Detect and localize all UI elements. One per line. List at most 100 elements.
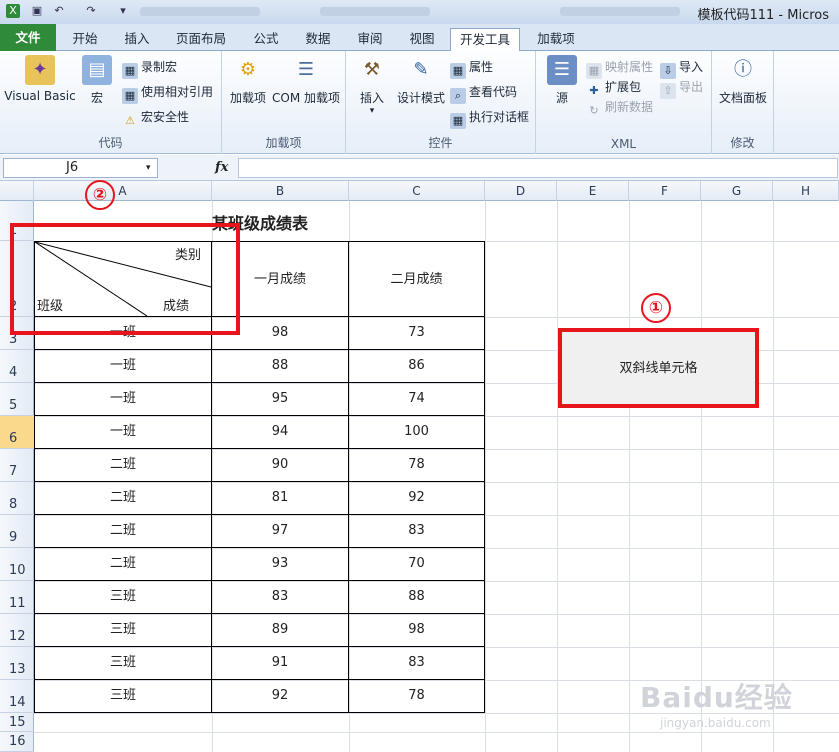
com-addins-button[interactable]: ☰ COM 加载项 <box>270 55 342 106</box>
gridline <box>773 201 774 752</box>
formula-input[interactable] <box>238 158 838 178</box>
class-cell[interactable]: 二班 <box>34 449 212 482</box>
row-header[interactable]: 15 <box>0 713 34 732</box>
document-panel-button[interactable]: ⓘ 文档面板 <box>716 55 770 106</box>
row-header[interactable]: 14 <box>0 680 34 713</box>
tab-developer[interactable]: 开发工具 <box>450 28 520 52</box>
tab-page-layout[interactable]: 页面布局 <box>168 28 234 51</box>
addins-button[interactable]: ⚙ 加载项 <box>226 55 270 106</box>
score-cell[interactable]: 83 <box>349 647 485 680</box>
score-cell[interactable]: 88 <box>349 581 485 614</box>
row-header[interactable]: 5 <box>0 383 34 416</box>
score-cell[interactable]: 70 <box>349 548 485 581</box>
tab-view[interactable]: 视图 <box>400 28 444 51</box>
row-header[interactable]: 16 <box>0 732 34 752</box>
class-cell[interactable]: 三班 <box>34 647 212 680</box>
row-header-selected[interactable]: 6 <box>0 416 34 449</box>
blurred-tab <box>140 7 260 16</box>
score-cell[interactable]: 73 <box>349 317 485 350</box>
design-mode-button[interactable]: ✎ 设计模式 <box>394 55 448 106</box>
class-cell[interactable]: 三班 <box>34 614 212 647</box>
tab-addins[interactable]: 加载项 <box>528 28 584 51</box>
column-header-b[interactable]: B <box>212 181 349 201</box>
xml-export-button[interactable]: ⇧ 导出 <box>660 77 703 99</box>
relative-reference-button[interactable]: ▦ 使用相对引用 <box>122 82 213 104</box>
tab-review[interactable]: 审阅 <box>348 28 392 51</box>
class-cell[interactable]: 一班 <box>34 350 212 383</box>
xml-source-button[interactable]: ☰ 源 <box>542 55 582 106</box>
column-header-g[interactable]: G <box>701 181 773 201</box>
score-cell[interactable]: 78 <box>349 680 485 713</box>
column-header-h[interactable]: H <box>773 181 839 201</box>
group-modify: ⓘ 文档面板 修改 <box>712 51 774 154</box>
properties-button[interactable]: ▦ 属性 <box>450 57 493 79</box>
quick-access-dropdown-icon[interactable]: ▾ <box>116 4 130 18</box>
record-macro-button[interactable]: ▦ 录制宏 <box>122 57 177 79</box>
refresh-data-button[interactable]: ↻ 刷新数据 <box>586 97 653 117</box>
run-dialog-button[interactable]: ▦ 执行对话框 <box>450 107 529 129</box>
score-cell[interactable]: 92 <box>212 680 349 713</box>
score-cell[interactable]: 95 <box>212 383 349 416</box>
view-code-button[interactable]: ⌕ 查看代码 <box>450 82 518 104</box>
class-cell[interactable]: 三班 <box>34 581 212 614</box>
column-header-f[interactable]: F <box>629 181 701 201</box>
score-cell[interactable]: 88 <box>212 350 349 383</box>
redo-icon[interactable]: ↷ <box>84 4 98 18</box>
class-cell[interactable]: 一班 <box>34 383 212 416</box>
ribbon-tabs: 文件 开始 插入 页面布局 公式 数据 审阅 视图 开发工具 加载项 <box>0 24 839 52</box>
score-cell[interactable]: 93 <box>212 548 349 581</box>
score-cell[interactable]: 78 <box>349 449 485 482</box>
insert-control-button[interactable]: ⚒ 插入 ▾ <box>352 55 392 116</box>
macro-security-button[interactable]: ⚠ 宏安全性 <box>122 107 189 127</box>
column-header-c[interactable]: C <box>349 181 485 201</box>
score-cell[interactable]: 81 <box>212 482 349 515</box>
column-header-a[interactable]: A <box>34 181 212 201</box>
score-cell[interactable]: 94 <box>212 416 349 449</box>
score-cell[interactable]: 100 <box>349 416 485 449</box>
column-header-d[interactable]: D <box>485 181 557 201</box>
score-cell[interactable]: 86 <box>349 350 485 383</box>
map-properties-button[interactable]: ▦ 映射属性 <box>586 57 653 79</box>
row-header[interactable]: 8 <box>0 482 34 515</box>
row-header[interactable]: 4 <box>0 350 34 383</box>
tab-data[interactable]: 数据 <box>296 28 340 51</box>
score-cell[interactable]: 98 <box>349 614 485 647</box>
class-cell[interactable]: 二班 <box>34 515 212 548</box>
score-cell[interactable]: 91 <box>212 647 349 680</box>
score-cell[interactable]: 74 <box>349 383 485 416</box>
tab-insert[interactable]: 插入 <box>114 28 160 51</box>
header-cell-feb[interactable]: 二月成绩 <box>349 241 485 317</box>
score-cell[interactable]: 90 <box>212 449 349 482</box>
column-header-e[interactable]: E <box>557 181 629 201</box>
row-header[interactable]: 9 <box>0 515 34 548</box>
name-box[interactable]: J6 <box>3 158 158 178</box>
row-header[interactable]: 12 <box>0 614 34 647</box>
insert-function-icon[interactable]: fx <box>215 160 228 175</box>
expansion-packs-button[interactable]: ✚ 扩展包 <box>586 77 641 97</box>
tab-formulas[interactable]: 公式 <box>244 28 288 51</box>
score-cell[interactable]: 83 <box>212 581 349 614</box>
row-header[interactable]: 11 <box>0 581 34 614</box>
row-header[interactable]: 7 <box>0 449 34 482</box>
row-header[interactable]: 10 <box>0 548 34 581</box>
score-cell[interactable]: 92 <box>349 482 485 515</box>
undo-icon[interactable]: ↶ <box>52 4 66 18</box>
row-header[interactable]: 13 <box>0 647 34 680</box>
class-cell[interactable]: 三班 <box>34 680 212 713</box>
score-cell[interactable]: 89 <box>212 614 349 647</box>
class-cell[interactable]: 二班 <box>34 548 212 581</box>
score-cell[interactable]: 83 <box>349 515 485 548</box>
macro-button[interactable]: ▤ 宏 <box>80 55 114 106</box>
visual-basic-button[interactable]: ✦ Visual Basic <box>4 55 76 103</box>
xml-import-button[interactable]: ⇩ 导入 <box>660 57 703 79</box>
tab-home[interactable]: 开始 <box>62 28 108 51</box>
class-cell[interactable]: 一班 <box>34 416 212 449</box>
tab-file[interactable]: 文件 <box>0 24 56 51</box>
annotation-number-2: ② <box>85 180 115 210</box>
view-code-label: 查看代码 <box>469 85 518 99</box>
select-all-corner[interactable] <box>0 181 34 201</box>
class-cell[interactable]: 二班 <box>34 482 212 515</box>
name-box-dropdown-icon[interactable]: ▾ <box>146 164 154 173</box>
score-cell[interactable]: 97 <box>212 515 349 548</box>
save-icon[interactable]: ▣ <box>30 4 44 18</box>
